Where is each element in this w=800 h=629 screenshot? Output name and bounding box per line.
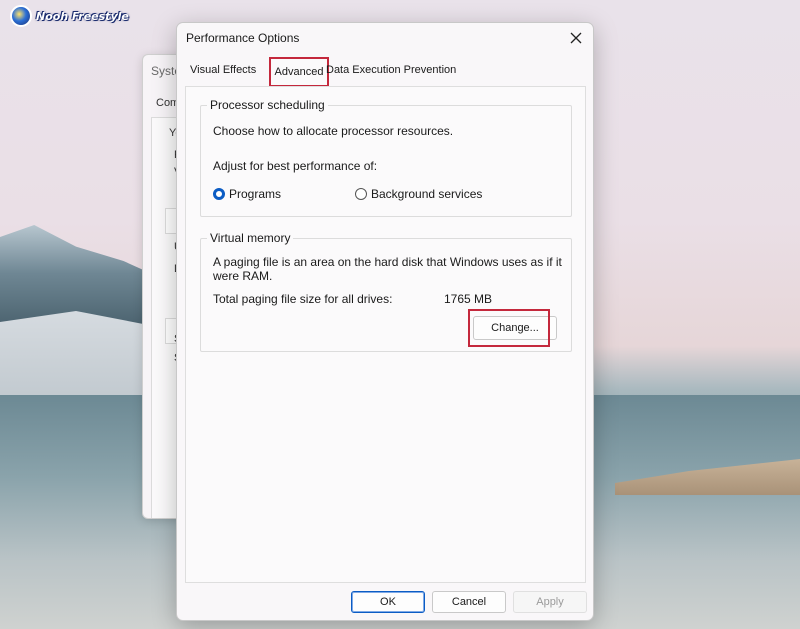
apply-button[interactable]: Apply bbox=[513, 591, 587, 613]
background-services-radio[interactable] bbox=[355, 188, 367, 200]
tab-data-execution-prevention[interactable]: Data Execution Prevention bbox=[326, 64, 456, 76]
virtual-memory-description-line2: were RAM. bbox=[213, 269, 273, 283]
processor-scheduling-description: Choose how to allocate processor resourc… bbox=[213, 124, 454, 138]
dialog-title: Performance Options bbox=[186, 31, 300, 45]
total-paging-file-value: 1765 MB bbox=[444, 292, 493, 306]
processor-scheduling-group: Processor scheduling Choose how to alloc… bbox=[200, 98, 572, 217]
watermark-logo: Nooh Freestyle bbox=[10, 5, 129, 27]
advanced-tab-panel: Processor scheduling Choose how to alloc… bbox=[185, 86, 586, 583]
close-button[interactable] bbox=[563, 26, 589, 50]
tab-advanced[interactable]: Advanced bbox=[269, 57, 329, 87]
ok-button[interactable]: OK bbox=[351, 591, 425, 613]
virtual-memory-description-line1: A paging file is an area on the hard dis… bbox=[213, 255, 562, 269]
performance-options-dialog: Performance Options Visual Effects Advan… bbox=[176, 22, 594, 621]
tab-visual-effects[interactable]: Visual Effects bbox=[190, 64, 256, 76]
cancel-button[interactable]: Cancel bbox=[432, 591, 506, 613]
close-icon bbox=[570, 32, 582, 44]
adjust-for-label: Adjust for best performance of: bbox=[213, 159, 378, 173]
virtual-memory-legend: Virtual memory bbox=[207, 231, 294, 245]
change-button-highlight bbox=[468, 309, 550, 347]
processor-scheduling-legend: Processor scheduling bbox=[207, 98, 328, 112]
virtual-memory-group: Virtual memory A paging file is an area … bbox=[200, 231, 572, 352]
watermark-text: Nooh Freestyle bbox=[36, 9, 129, 23]
programs-radio[interactable] bbox=[213, 188, 225, 200]
total-paging-file-label: Total paging file size for all drives: bbox=[213, 292, 393, 306]
programs-label[interactable]: Programs bbox=[229, 187, 281, 201]
logo-badge-icon bbox=[10, 5, 32, 27]
background-services-label[interactable]: Background services bbox=[371, 187, 482, 201]
tab-bar: Visual Effects Advanced Data Execution P… bbox=[185, 57, 585, 87]
